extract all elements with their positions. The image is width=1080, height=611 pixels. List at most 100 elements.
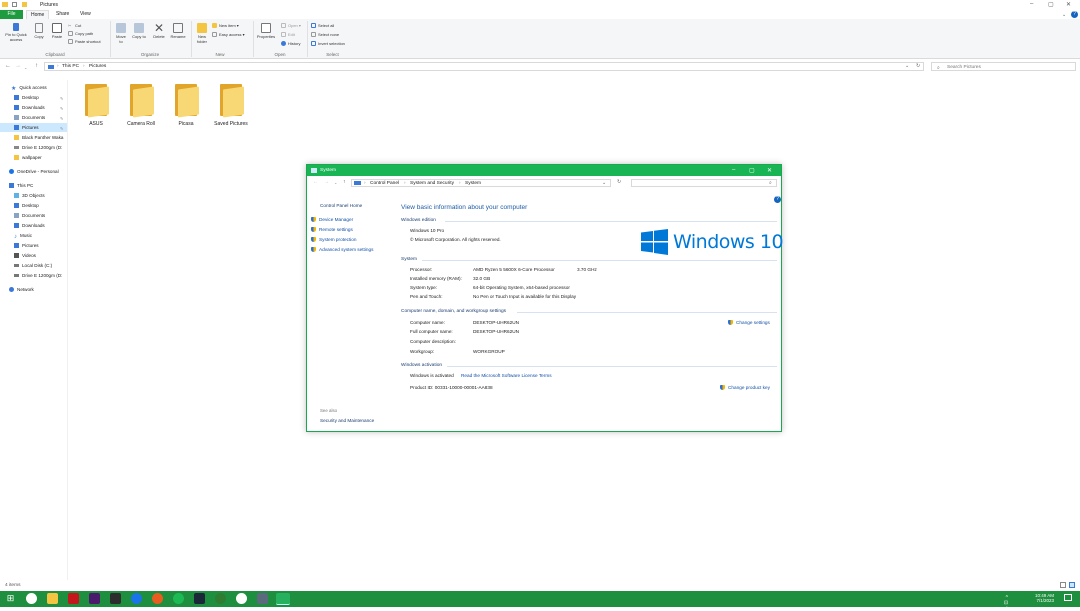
paste-button[interactable]: Paste <box>50 23 64 39</box>
select-all-button[interactable]: Select all <box>311 23 334 29</box>
help-icon[interactable]: ? <box>774 196 781 203</box>
cut-button[interactable]: ✂ Cut <box>68 23 81 28</box>
nav-drive-e-quick[interactable]: Drive E 1200gm (D: <box>14 143 62 152</box>
edit-button[interactable]: Edit <box>281 32 295 38</box>
start-windows-icon[interactable]: ⊞ <box>5 593 16 604</box>
new-folder-quick-icon[interactable] <box>22 2 27 7</box>
help-icon[interactable]: ? <box>1071 11 1078 18</box>
nav-music[interactable]: ♪ Music <box>14 231 32 240</box>
back-icon[interactable]: ← <box>5 63 11 69</box>
control-panel-home-link[interactable]: Control Panel Home <box>320 203 362 208</box>
system-protection-link[interactable]: System protection <box>311 237 357 243</box>
advanced-system-settings-link[interactable]: Advanced system settings <box>311 247 373 253</box>
nav-pc-documents[interactable]: Documents <box>14 211 45 220</box>
close-icon[interactable]: ✕ <box>1066 1 1071 8</box>
address-dropdown-icon[interactable]: ⌄ <box>602 181 606 186</box>
delete-button[interactable]: ✕ Delete <box>151 22 167 39</box>
nav-documents[interactable]: Documents <box>14 113 45 122</box>
folder-saved-pictures[interactable]: Saved Pictures <box>211 82 251 127</box>
nav-black-panther[interactable]: Black Panther Waka <box>14 133 63 142</box>
tray-icons[interactable]: ^ ⊡ ♪ <box>1004 596 1008 611</box>
tab-view[interactable]: View <box>76 10 95 19</box>
nav-drive-e[interactable]: Drive E 1200gm (D: <box>14 271 62 280</box>
back-icon[interactable]: ← <box>313 179 318 185</box>
nav-3d-objects[interactable]: 3D Objects <box>14 191 45 200</box>
nav-quick-access[interactable]: ★ Quick access <box>11 83 47 92</box>
app-dark-icon[interactable] <box>110 593 121 604</box>
breadcrumb-pictures[interactable]: Pictures <box>89 64 106 69</box>
breadcrumb-control-panel[interactable]: Control Panel <box>370 181 399 186</box>
nav-wallpaper[interactable]: wallpaper <box>14 153 42 162</box>
minimize-icon[interactable]: – <box>1030 1 1033 7</box>
nav-videos[interactable]: Videos <box>14 251 36 260</box>
new-folder-button[interactable]: New folder <box>194 23 210 44</box>
change-product-key-link[interactable]: Change product key <box>720 385 770 391</box>
nav-desktop[interactable]: Desktop <box>14 93 39 102</box>
app-gray-icon[interactable] <box>257 593 268 604</box>
chrome-icon[interactable] <box>26 593 37 604</box>
properties-quick-icon[interactable] <box>12 2 17 7</box>
large-icons-view-icon[interactable] <box>1069 582 1075 588</box>
tab-share[interactable]: Share <box>52 10 73 19</box>
nav-this-pc[interactable]: This PC <box>9 181 33 190</box>
easy-access-button[interactable]: Easy access ▾ <box>212 32 245 38</box>
nav-local-disk[interactable]: Local Disk (C:) <box>14 261 52 270</box>
system-window-taskbar-icon[interactable] <box>276 593 290 605</box>
search-input[interactable]: Search Pictures <box>947 65 981 70</box>
refresh-icon[interactable]: ↻ <box>617 179 621 185</box>
copy-button[interactable]: Copy <box>33 23 45 39</box>
copy-path-button[interactable]: Copy path <box>68 31 93 37</box>
maximize-icon[interactable]: ▢ <box>1048 1 1054 8</box>
new-item-button[interactable]: New item ▾ <box>212 23 239 29</box>
up-icon[interactable]: ↑ <box>35 63 38 69</box>
nav-pictures[interactable]: Pictures <box>0 123 67 132</box>
steam-icon[interactable] <box>194 593 205 604</box>
change-settings-link[interactable]: Change settings <box>728 320 770 326</box>
app-blue-icon[interactable] <box>131 593 142 604</box>
breadcrumb-system-security[interactable]: System and Security <box>410 181 454 186</box>
search-box[interactable]: ⌕ Search Pictures <box>931 62 1076 71</box>
system-search-box[interactable]: ⌕ <box>631 179 777 187</box>
forward-icon[interactable]: → <box>324 179 329 185</box>
nav-network[interactable]: Network <box>9 285 34 294</box>
invert-selection-button[interactable]: Invert selection <box>311 41 345 47</box>
system-address-bar[interactable]: › Control Panel › System and Security › … <box>351 179 611 187</box>
security-maintenance-link[interactable]: Security and Maintenance <box>320 418 374 423</box>
rename-button[interactable]: Rename <box>169 23 187 39</box>
folder-camera-roll[interactable]: Camera Roll <box>121 82 161 127</box>
app-red-icon[interactable] <box>68 593 79 604</box>
app-orange-icon[interactable] <box>152 593 163 604</box>
remote-settings-link[interactable]: Remote settings <box>311 227 353 233</box>
edge-icon[interactable] <box>215 593 226 604</box>
up-icon[interactable]: ↑ <box>343 179 346 185</box>
forward-icon[interactable]: → <box>15 63 21 69</box>
file-explorer-icon[interactable] <box>47 593 58 604</box>
notifications-icon[interactable] <box>1064 594 1072 601</box>
recent-chevron-icon[interactable]: ⌄ <box>334 180 337 185</box>
paste-shortcut-button[interactable]: Paste shortcut <box>68 39 101 45</box>
chevron-down-icon[interactable]: ⌄ <box>1062 12 1066 18</box>
maximize-icon[interactable]: ▢ <box>749 167 755 174</box>
spotify-icon[interactable] <box>173 593 184 604</box>
refresh-icon[interactable]: ↻ <box>916 64 920 69</box>
select-none-button[interactable]: Select none <box>311 32 339 38</box>
tab-home[interactable]: Home <box>26 10 50 19</box>
copy-to-button[interactable]: Copy to <box>132 23 146 39</box>
move-to-button[interactable]: Move to <box>114 23 128 44</box>
folder-picasa[interactable]: Picasa <box>166 82 206 127</box>
details-view-icon[interactable] <box>1060 582 1066 588</box>
app-purple-icon[interactable] <box>89 593 100 604</box>
nav-onedrive[interactable]: OneDrive - Personal <box>9 167 59 176</box>
address-dropdown-icon[interactable]: ⌄ <box>905 64 909 69</box>
nav-pc-desktop[interactable]: Desktop <box>14 201 39 210</box>
properties-button[interactable]: Properties <box>255 23 277 39</box>
tab-file[interactable]: File <box>0 10 23 19</box>
breadcrumb-system[interactable]: System <box>465 181 481 186</box>
breadcrumb-this-pc[interactable]: This PC <box>62 64 79 69</box>
close-icon[interactable]: ✕ <box>767 167 772 174</box>
minimize-icon[interactable]: – <box>732 167 735 173</box>
folder-asus[interactable]: ASUS <box>76 82 116 127</box>
nav-pc-pictures[interactable]: Pictures <box>14 241 39 250</box>
device-manager-link[interactable]: Device Manager <box>311 217 353 223</box>
address-bar[interactable]: › This PC › Pictures ⌄ ↻ <box>44 62 924 71</box>
